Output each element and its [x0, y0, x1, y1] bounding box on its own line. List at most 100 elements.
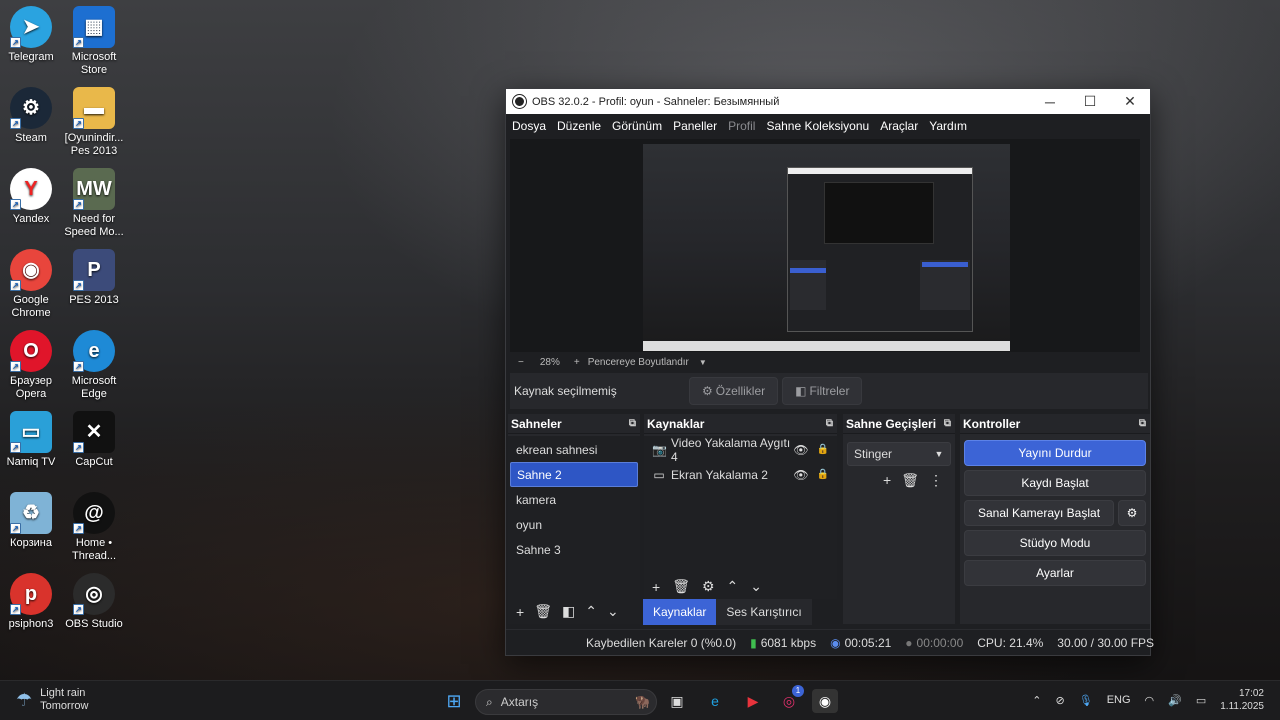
zoom-dropdown-icon[interactable]: ▼: [699, 358, 707, 367]
studio-mode-button[interactable]: Stüdyo Modu: [964, 530, 1146, 556]
app-icon: ▦ ↗: [73, 6, 115, 48]
add-source-icon[interactable]: +: [652, 579, 660, 595]
desktop-icon-label: Браузер Opera: [10, 375, 52, 400]
app-icon: ⚙ ↗: [10, 87, 52, 129]
weather-condition: Light rain: [40, 687, 86, 699]
menu-docks[interactable]: Paneller: [673, 119, 717, 133]
menu-help[interactable]: Yardım: [929, 119, 967, 133]
fit-to-window[interactable]: Pencereye Boyutlandır: [588, 357, 689, 368]
controls-body: Yayını Durdur Kaydı Başlat Sanal Kameray…: [960, 436, 1150, 624]
tab-sources[interactable]: Kaynaklar: [643, 599, 717, 625]
gear-icon[interactable]: ⚙: [702, 578, 715, 595]
settings-button[interactable]: Ayarlar: [964, 560, 1146, 586]
delete-icon[interactable]: 🗑: [672, 578, 690, 595]
desktop-icon[interactable]: O ↗ Браузер Opera: [0, 330, 62, 401]
network-off-icon[interactable]: ⊘: [1056, 694, 1065, 707]
source-item[interactable]: 📷 Video Yakalama Aygıtı 4 👁 🔒: [644, 436, 837, 464]
maximize-button[interactable]: ☐: [1070, 93, 1110, 110]
chevron-up-icon[interactable]: ⌃: [1032, 694, 1041, 707]
menu-profile[interactable]: Profil: [728, 119, 755, 133]
menu-file[interactable]: Dosya: [512, 119, 546, 133]
tab-audio-mixer[interactable]: Ses Karıştırıcı: [716, 599, 812, 625]
lock-icon[interactable]: 🔒: [817, 469, 829, 480]
scenes-panel: Sahneler ⧉ ekrean sahnesi Sahne 2 kamera…: [508, 414, 640, 624]
delete-icon[interactable]: 🗑: [534, 603, 552, 620]
stop-streaming-button[interactable]: Yayını Durdur: [964, 440, 1146, 466]
desktop-icon[interactable]: ▭ ↗ Namiq TV: [0, 411, 62, 469]
scene-item-selected[interactable]: Sahne 2: [510, 462, 638, 487]
add-transition-icon[interactable]: +: [883, 472, 891, 489]
zoom-in-button[interactable]: +: [574, 357, 580, 368]
preview-canvas[interactable]: [643, 144, 1010, 351]
filters-button[interactable]: ◧ Filtreler: [782, 377, 863, 405]
desktop-icon[interactable]: P ↗ PES 2013: [63, 249, 125, 307]
desktop-icon[interactable]: ◉ ↗ Google Chrome: [0, 249, 62, 320]
virtual-camera-settings-gear-icon[interactable]: ⚙: [1118, 500, 1146, 526]
menubar: Dosya Düzenle Görünüm Paneller Profil Sa…: [506, 114, 1150, 137]
delete-icon[interactable]: 🗑: [901, 472, 919, 489]
desktop-icon[interactable]: Y ↗ Yandex: [0, 168, 62, 226]
volume-icon[interactable]: 🔊: [1168, 694, 1182, 707]
scene-filter-icon[interactable]: ◧: [562, 603, 575, 620]
more-options-icon[interactable]: ⋮: [929, 472, 943, 489]
menu-view[interactable]: Görünüm: [612, 119, 662, 133]
source-item[interactable]: ▭ Ekran Yakalama 2 👁 🔒: [644, 462, 837, 487]
obs-titlebar[interactable]: OBS 32.0.2 - Profil: oyun - Sahneler: Бе…: [506, 89, 1150, 114]
menu-tools[interactable]: Araçlar: [880, 119, 918, 133]
eye-icon[interactable]: 👁: [793, 468, 808, 482]
wifi-icon[interactable]: ◠: [1145, 694, 1155, 707]
weather-widget[interactable]: ☂ Light rain Tomorrow: [16, 687, 88, 713]
undock-icon[interactable]: ⧉: [629, 418, 636, 429]
cpu-usage: CPU: 21.4%: [977, 635, 1044, 650]
desktop-icon[interactable]: ⚙ ↗ Steam: [0, 87, 62, 145]
eye-icon[interactable]: 👁: [793, 443, 808, 457]
zoom-out-button[interactable]: −: [518, 357, 524, 368]
undock-icon[interactable]: ⧉: [1139, 418, 1146, 429]
menu-scene-collection[interactable]: Sahne Koleksiyonu: [766, 119, 869, 133]
obs-taskbar-icon[interactable]: ◉: [812, 689, 838, 713]
desktop-icon[interactable]: ▦ ↗ Microsoft Store: [63, 6, 125, 77]
sources-title: Kaynaklar: [647, 416, 705, 431]
battery-icon[interactable]: ▭: [1196, 694, 1206, 707]
undock-icon[interactable]: ⧉: [944, 418, 951, 429]
taskbar-search[interactable]: ⌕ Axtarış 🦬: [475, 689, 657, 715]
desktop-icon-label: Home • Thread...: [71, 537, 117, 562]
desktop-icon[interactable]: @ ↗ Home • Thread...: [63, 492, 125, 563]
microphone-icon[interactable]: 🎙: [1079, 694, 1093, 707]
scene-item[interactable]: Sahne 3: [510, 537, 638, 562]
youtube-icon[interactable]: ▶: [740, 689, 766, 713]
desktop-icon[interactable]: e ↗ Microsoft Edge: [63, 330, 125, 401]
properties-button[interactable]: ⚙ Özellikler: [689, 377, 779, 405]
scene-item[interactable]: kamera: [510, 487, 638, 512]
desktop-icon[interactable]: MW ↗ Need for Speed Mo...: [63, 168, 125, 239]
preview-nested-obs: [787, 167, 973, 332]
lock-icon[interactable]: 🔒: [817, 444, 829, 455]
edge-icon[interactable]: e: [702, 689, 728, 713]
move-up-icon[interactable]: ⌃: [727, 578, 739, 595]
task-view-icon[interactable]: ▣: [664, 689, 690, 713]
scene-item[interactable]: oyun: [510, 512, 638, 537]
start-recording-button[interactable]: Kaydı Başlat: [964, 470, 1146, 496]
desktop-icon[interactable]: ♻ ↗ Корзина: [0, 492, 62, 550]
close-button[interactable]: ✕: [1110, 93, 1150, 110]
move-up-icon[interactable]: ⌃: [585, 603, 597, 620]
scene-item[interactable]: ekrean sahnesi: [510, 437, 638, 462]
undock-icon[interactable]: ⧉: [826, 418, 833, 429]
language-indicator[interactable]: ENG: [1107, 694, 1131, 706]
add-scene-icon[interactable]: +: [516, 604, 524, 620]
preview-area[interactable]: [510, 139, 1140, 352]
desktop-icon[interactable]: ➤ ↗ Telegram: [0, 6, 62, 64]
clock[interactable]: 17:02 1.11.2025: [1220, 687, 1264, 713]
menu-edit[interactable]: Düzenle: [557, 119, 601, 133]
windows-start-icon[interactable]: ⊞: [441, 689, 467, 713]
desktop-icon[interactable]: p ↗ psiphon3: [0, 573, 62, 631]
instagram-icon[interactable]: ◎ 1: [776, 685, 804, 713]
transition-select[interactable]: Stinger ▼: [847, 442, 951, 466]
desktop-icon[interactable]: ▬ ↗ [Oyunindir... Pes 2013: [63, 87, 125, 158]
desktop-icon[interactable]: ◎ ↗ OBS Studio: [63, 573, 125, 631]
move-down-icon[interactable]: ⌄: [750, 578, 762, 595]
minimize-button[interactable]: ─: [1030, 94, 1070, 110]
desktop-icon[interactable]: ✕ ↗ CapCut: [63, 411, 125, 469]
start-virtual-camera-button[interactable]: Sanal Kamerayı Başlat: [964, 500, 1114, 526]
move-down-icon[interactable]: ⌄: [607, 603, 619, 620]
